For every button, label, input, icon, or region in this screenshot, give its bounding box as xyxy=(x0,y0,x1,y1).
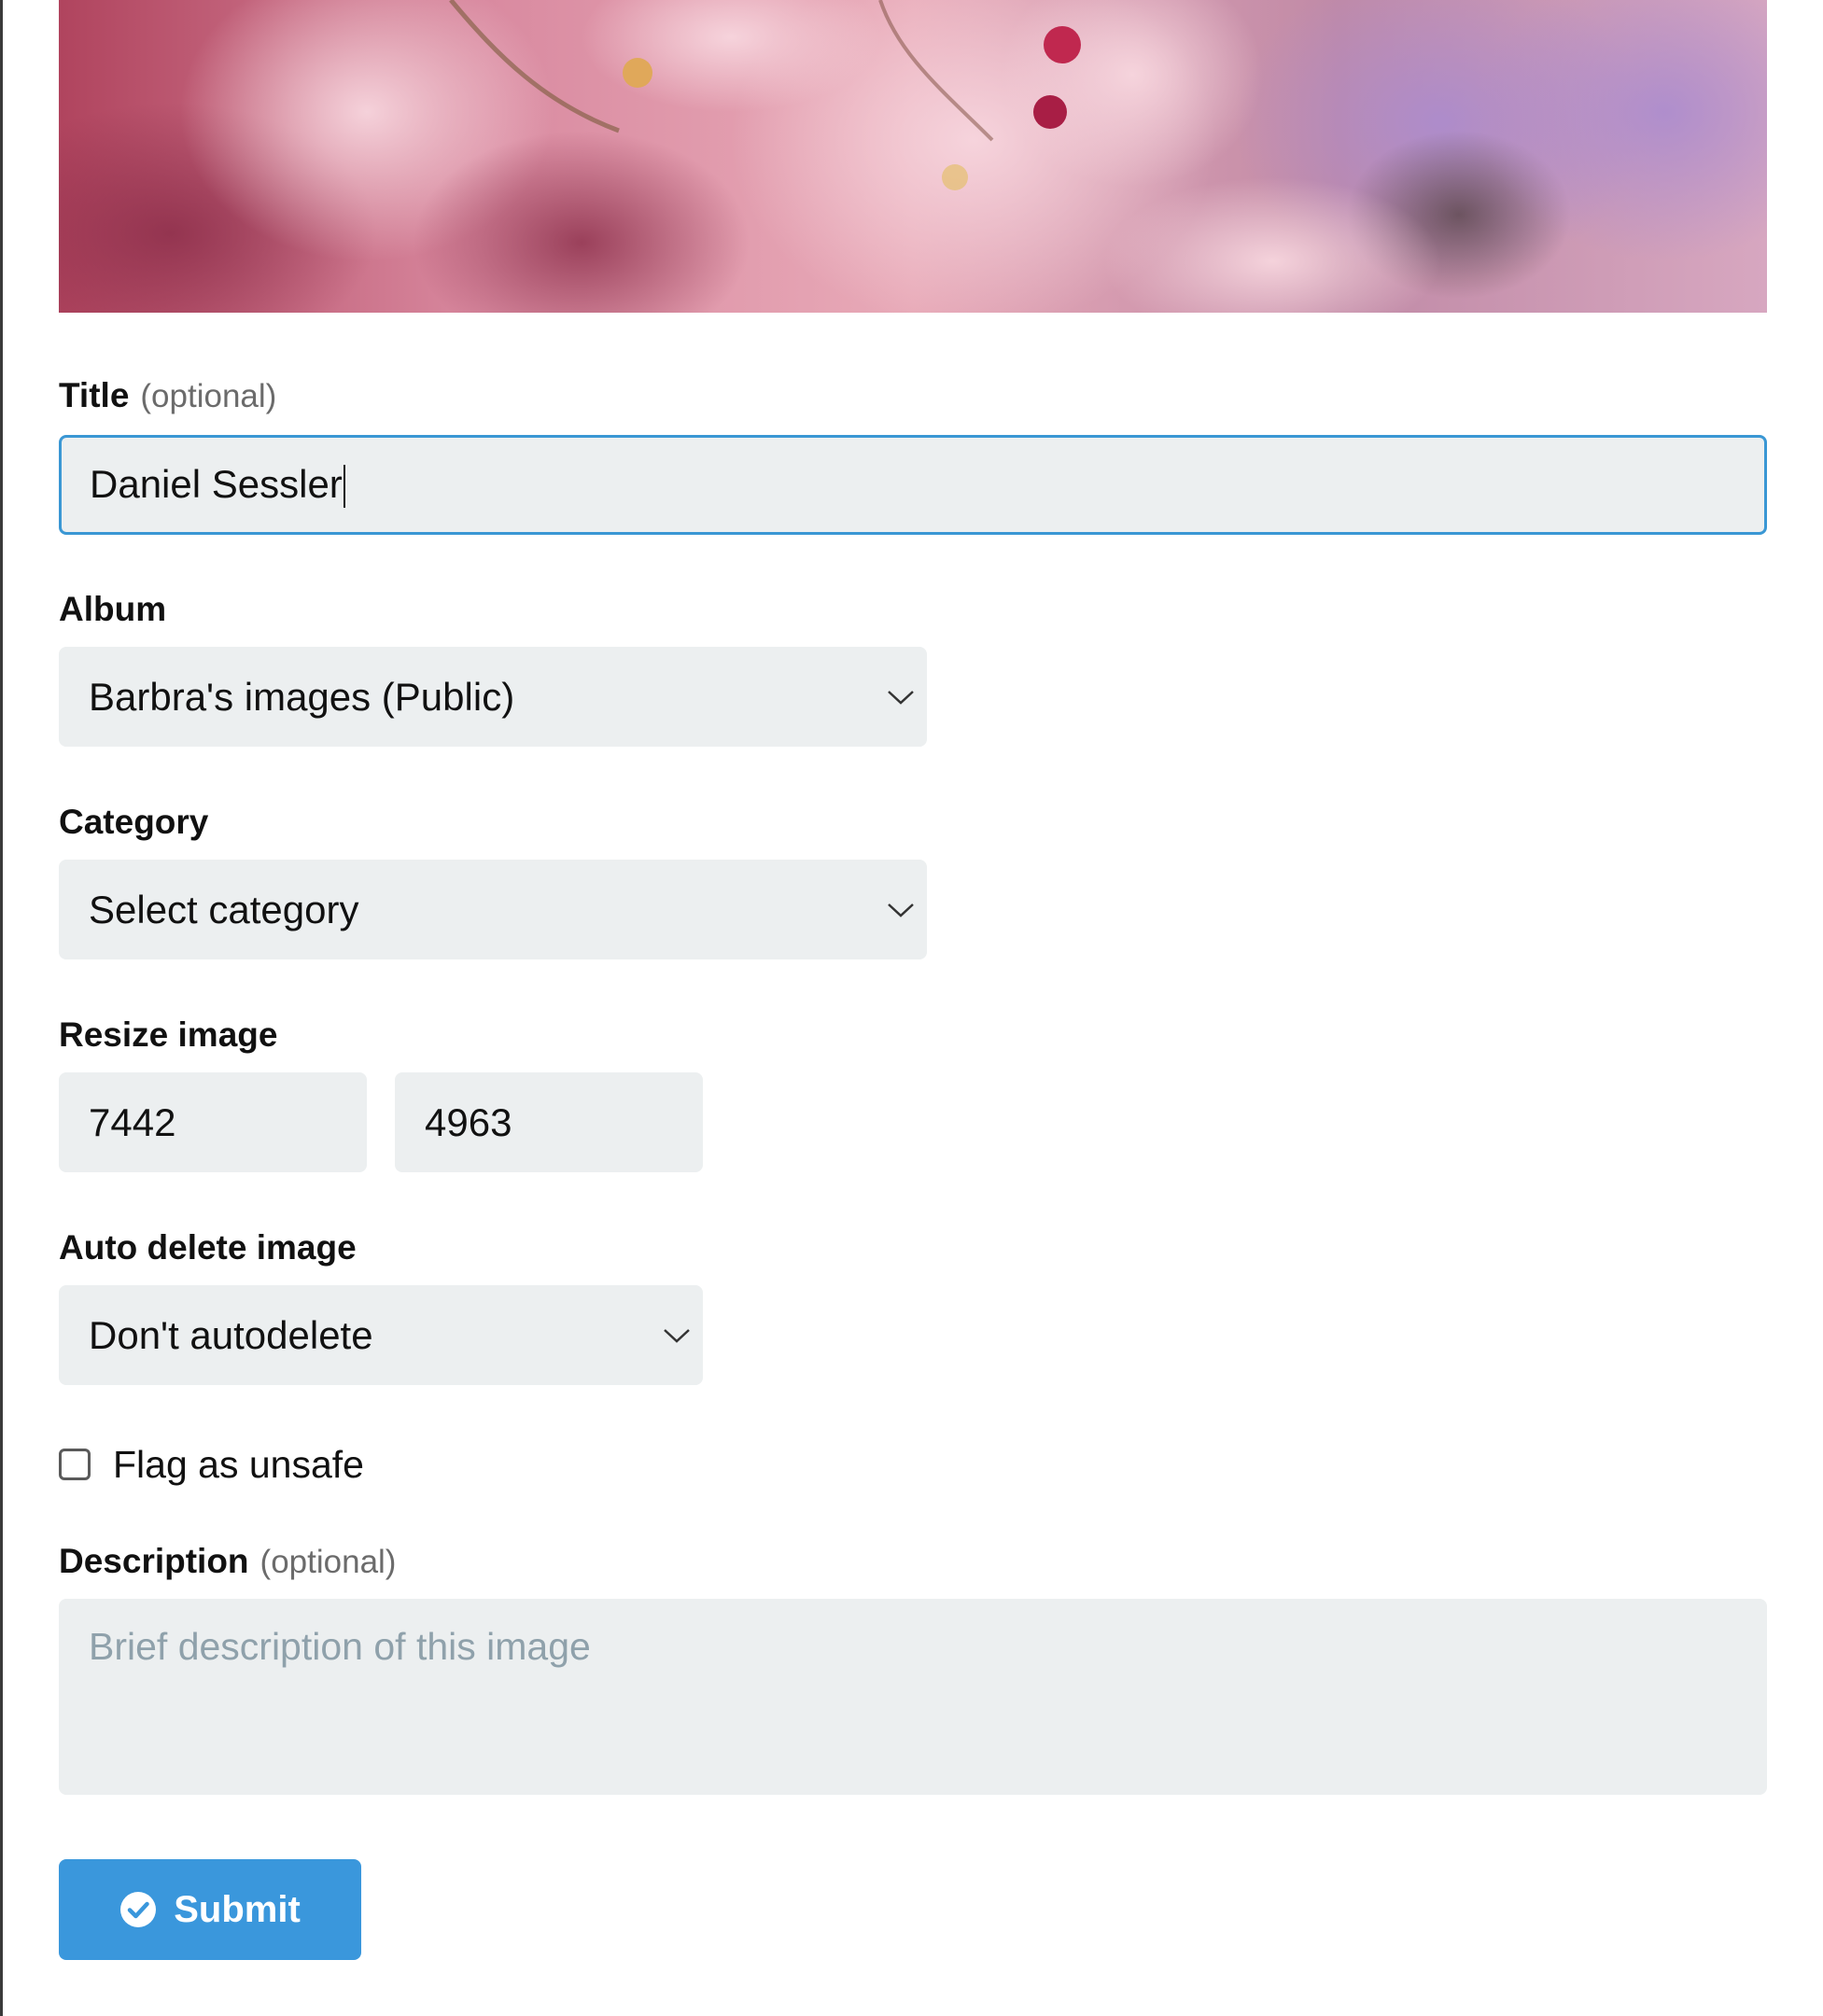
category-select[interactable]: Select category xyxy=(59,860,927,959)
album-select[interactable]: Barbra's images (Public) xyxy=(59,647,927,747)
check-circle-icon xyxy=(120,1892,157,1927)
title-input-value: Daniel Sessler xyxy=(62,462,345,509)
title-label-text: Title xyxy=(59,376,130,414)
flag-unsafe-label[interactable]: Flag as unsafe xyxy=(113,1443,364,1487)
image-preview xyxy=(59,0,1767,313)
window-edge xyxy=(0,0,3,2016)
title-optional-hint: (optional) xyxy=(140,378,277,414)
description-textarea[interactable]: Brief description of this image xyxy=(59,1599,1767,1795)
chevron-down-icon xyxy=(664,1328,690,1343)
description-placeholder: Brief description of this image xyxy=(89,1625,591,1668)
category-label-text: Category xyxy=(59,803,209,841)
description-label-text: Description xyxy=(59,1542,249,1580)
category-select-value: Select category xyxy=(89,887,359,931)
text-cursor xyxy=(343,465,345,509)
flag-unsafe-row[interactable]: Flag as unsafe xyxy=(59,1442,364,1487)
category-label: Category xyxy=(59,803,208,842)
chevron-down-icon xyxy=(888,690,914,705)
album-select-value: Barbra's images (Public) xyxy=(89,674,515,719)
title-input[interactable]: Daniel Sessler xyxy=(59,435,1767,535)
title-input-text: Daniel Sessler xyxy=(90,461,343,506)
autodelete-label: Auto delete image xyxy=(59,1228,357,1267)
chevron-down-icon xyxy=(888,903,914,917)
resize-label-text: Resize image xyxy=(59,1015,278,1054)
description-optional-hint: (optional) xyxy=(259,1544,397,1580)
resize-label: Resize image xyxy=(59,1015,277,1055)
autodelete-label-text: Auto delete image xyxy=(59,1228,357,1267)
flag-unsafe-checkbox[interactable] xyxy=(59,1449,91,1480)
resize-height-value: 4963 xyxy=(425,1099,512,1144)
description-label: Description (optional) xyxy=(59,1542,396,1581)
submit-button[interactable]: Submit xyxy=(59,1859,361,1960)
album-label-text: Album xyxy=(59,590,167,628)
title-label: Title (optional) xyxy=(59,376,276,415)
album-label: Album xyxy=(59,590,166,629)
resize-height-input[interactable]: 4963 xyxy=(395,1072,703,1172)
submit-label: Submit xyxy=(174,1888,301,1930)
autodelete-select[interactable]: Don't autodelete xyxy=(59,1285,703,1385)
resize-width-value: 7442 xyxy=(89,1099,176,1144)
resize-width-input[interactable]: 7442 xyxy=(59,1072,367,1172)
autodelete-select-value: Don't autodelete xyxy=(89,1312,373,1357)
